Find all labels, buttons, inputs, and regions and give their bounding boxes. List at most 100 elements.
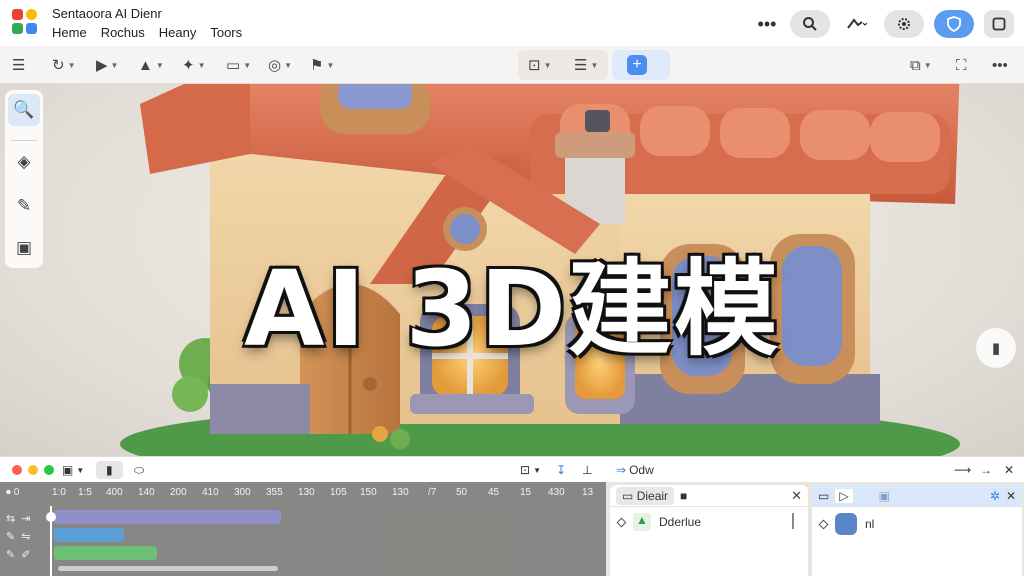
timeline-ruler[interactable]: ⏺ 0 1:0 1:5 400 140 200 410 300 355 130 … (0, 482, 606, 506)
window-button[interactable] (984, 10, 1014, 38)
chevron-down-icon: ▼ (543, 60, 552, 70)
brush-icon (847, 18, 868, 29)
tick-label: 105 (330, 487, 347, 498)
frame-button[interactable]: ⊡ ▼ (520, 461, 541, 479)
chart-tool[interactable]: ⚑ ▼ (310, 53, 334, 77)
output-button[interactable]: ⇒ Odw (616, 461, 654, 479)
tick-label: 355 (266, 487, 283, 498)
folder-icon: ▭ (622, 488, 634, 503)
track-row-1[interactable]: ⇆ ⇥ (0, 510, 50, 526)
search-button[interactable] (790, 10, 830, 38)
frame-icon: ⊡ (520, 463, 531, 477)
tick-label: 410 (202, 487, 219, 498)
align-button[interactable]: ⊥ (582, 461, 592, 479)
object-list-item[interactable]: ▲ Dderlue (616, 513, 702, 531)
more-icon[interactable]: ••• (754, 14, 780, 35)
record-icon[interactable]: ⏺ 0 (6, 487, 19, 498)
menu-item-rochus[interactable]: Rochus (101, 25, 145, 40)
side-panel-toggle[interactable]: ▮ (976, 328, 1016, 368)
camera-tool[interactable]: ▶ ▼ (96, 53, 118, 77)
3d-viewport[interactable]: AI 3D建模 (0, 84, 1024, 456)
minimize-dot[interactable] (28, 465, 38, 475)
panel-scroll-indicator[interactable] (792, 513, 794, 529)
render-tab-effects[interactable]: ✲ (990, 489, 1000, 503)
rotate-tool[interactable]: ↻ ▼ (52, 53, 76, 77)
anchor-button[interactable]: ↧ (556, 461, 566, 479)
track-icon: ⇆ (6, 512, 16, 525)
material-tool[interactable]: ◎ ▼ (268, 53, 292, 77)
maximize-dot[interactable] (44, 465, 54, 475)
cone-icon: ▲ (138, 56, 153, 74)
timeline-scrollbar[interactable] (58, 566, 278, 571)
track-row-2[interactable]: ✎ ⇋ (0, 528, 50, 544)
paint-tool[interactable]: ✎ (8, 190, 40, 222)
chevron-down-icon: ▼ (590, 60, 599, 70)
app-title: Sentaoora AI Dienr (52, 6, 162, 21)
track-icon: ⇥ (21, 512, 31, 525)
monitor-icon: ⊡ (528, 57, 541, 74)
render-tab-settings[interactable]: ▣ (879, 489, 890, 503)
keyframe-diamond-icon[interactable] (616, 517, 627, 527)
plus-icon: + (627, 55, 647, 75)
display-tool[interactable]: ⊡ ▼ (528, 53, 552, 77)
more-options-icon[interactable]: ••• (992, 53, 1008, 77)
close-dot[interactable] (12, 465, 22, 475)
arrow-right-icon: ⇒ (616, 463, 627, 477)
crop-tool[interactable]: ⛶ (956, 53, 967, 77)
brush-button[interactable] (840, 10, 874, 38)
trash-icon: ▣ (62, 463, 74, 477)
tree-icon: ▲ (633, 513, 651, 531)
render-panel-header: ▭ ▷ ▣ ✲ ✕ (812, 485, 1022, 507)
camera-icon[interactable]: ■ (680, 489, 687, 503)
timeline-clip-2[interactable] (54, 528, 125, 542)
close-icon[interactable]: ✕ (1006, 489, 1016, 503)
track-icon: ✎ (6, 548, 16, 561)
tick-label: 13 (582, 487, 594, 498)
battery-icon: ▮ (991, 340, 1001, 357)
render-item-label: nl (865, 517, 875, 531)
folder-tool[interactable]: ▭ ▼ (226, 53, 251, 77)
track-row-3[interactable]: ✎ ✐ (0, 546, 50, 562)
chevron-down-icon: ▼ (67, 60, 76, 70)
object-tool[interactable]: ▣ (8, 232, 40, 264)
tick-label: /7 (428, 487, 437, 498)
shield-button[interactable] (934, 10, 974, 38)
next-button[interactable]: → (980, 461, 992, 479)
search-tool[interactable]: 🔍 (8, 94, 40, 126)
keyframe-diamond-icon[interactable] (818, 519, 829, 529)
close-icon[interactable]: ✕ (791, 488, 802, 504)
menu-item-heany[interactable]: Heany (159, 25, 197, 40)
chevron-down-icon: ▼ (243, 60, 252, 70)
objects-tab[interactable]: ▭ Dieair (616, 486, 675, 505)
settings-button[interactable] (884, 10, 924, 38)
sparkle-icon: ✦ (182, 57, 195, 74)
sparkle-tool[interactable]: ✦ ▼ (182, 53, 206, 77)
object-name: Dderlue (659, 515, 702, 529)
move-tool[interactable]: ◈ (8, 146, 40, 178)
render-list-item[interactable]: nl (818, 513, 875, 535)
shield-icon (947, 16, 961, 32)
comment-button[interactable]: ⬭ (134, 461, 144, 479)
hamburger-menu-icon[interactable]: ☰ (12, 53, 25, 77)
render-tab-frame[interactable]: ▭ (818, 489, 829, 503)
trash-button[interactable]: ▣ ▼ (62, 461, 84, 479)
menu-bar: Heme Rochus Heany Toors (52, 25, 242, 40)
menu-item-toors[interactable]: Toors (210, 25, 242, 40)
menu-item-home[interactable]: Heme (52, 25, 87, 40)
folder-icon: ▭ (226, 57, 241, 74)
add-button[interactable]: + (612, 50, 670, 80)
close-bar-button[interactable]: ✕ (1004, 461, 1014, 479)
render-tab-play[interactable]: ▷ (835, 488, 853, 503)
objects-panel: ▭ Dieair ■ ✕ ▲ Dderlue (610, 485, 808, 576)
timeline-clip-1[interactable] (54, 510, 281, 524)
cone-tool[interactable]: ▲ ▼ (138, 53, 164, 77)
collapse-button[interactable]: ⟶ (954, 461, 971, 479)
animation-timeline[interactable]: ⏺ 0 1:0 1:5 400 140 200 410 300 355 130 … (0, 482, 606, 576)
pin-button[interactable]: ▮ (96, 461, 123, 479)
playhead-handle[interactable] (46, 512, 56, 522)
chevron-down-icon: ▼ (155, 60, 164, 70)
layout-tool[interactable]: ☰ ▼ (574, 53, 598, 77)
timeline-clip-3[interactable] (54, 546, 157, 560)
layers-tool[interactable]: ⧉ ▼ (910, 53, 932, 77)
tick-label: 400 (106, 487, 123, 498)
